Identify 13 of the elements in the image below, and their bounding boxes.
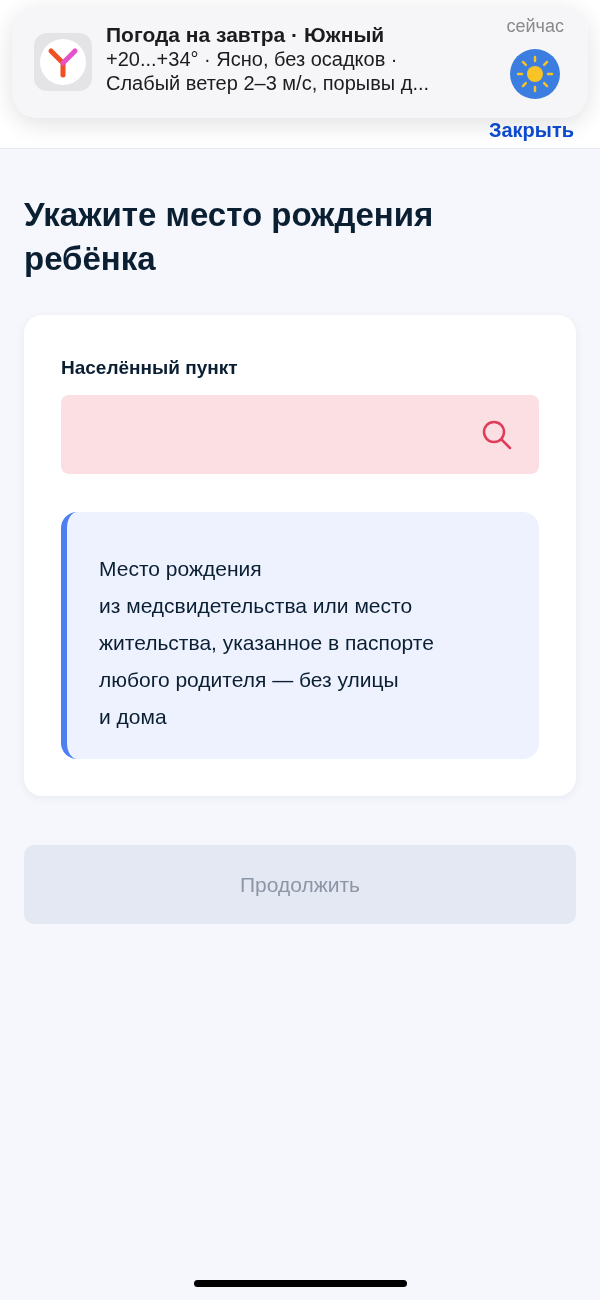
search-field[interactable]: [61, 395, 539, 474]
search-icon: [481, 418, 513, 451]
field-label: Населённый пункт: [61, 357, 239, 379]
app-icon: [34, 33, 92, 91]
notification-title: Погода на завтра · Южный: [106, 23, 386, 47]
notification-text: Слабый ветер 2–3 м/с, порывы д...: [106, 72, 431, 95]
sun-icon: [510, 49, 561, 99]
info-note: Место рождения из медсвидетельства или место жительства, указанное в паспорте любого родителя — без улицы и дома: [61, 512, 539, 759]
close-link[interactable]: Закрыть: [488, 119, 574, 142]
page-title: Укажите место рождения ребёнка: [24, 195, 435, 279]
notification-time: сейчас: [506, 16, 564, 37]
notification[interactable]: Погода на завтра · Южный +20...+34° · Ясно, без осадков · Слабый ветер 2–3 м/с, порывы д... сейчас: [12, 6, 588, 118]
notification-text: +20...+34° · Ясно, без осадков ·: [106, 48, 399, 71]
